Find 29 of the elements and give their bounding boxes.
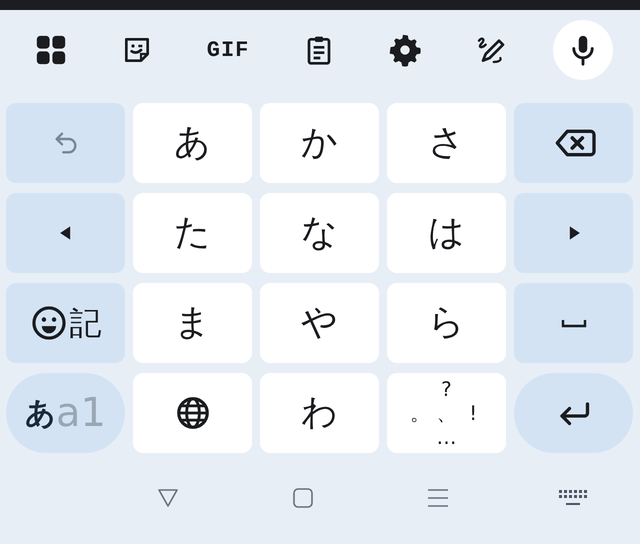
home-square-icon [290, 486, 314, 510]
kana-key[interactable]: わ [260, 373, 379, 453]
kana-key[interactable]: な [260, 193, 379, 273]
kana-key[interactable]: か [260, 103, 379, 183]
period-mark: 。 [410, 403, 430, 423]
back-triangle-icon [156, 486, 180, 510]
emoji-symbol-key[interactable]: 記 [6, 283, 125, 363]
alphanumeric-mode-label: a1 [56, 393, 106, 433]
kana-key[interactable]: た [133, 193, 252, 273]
question-mark: ? [441, 379, 452, 399]
ellipsis-mark: … [436, 427, 456, 447]
kana-key[interactable]: ら [387, 283, 506, 363]
kana-key[interactable]: や [260, 283, 379, 363]
comma-mark: 、 [436, 403, 456, 423]
kana-key[interactable]: あ [133, 103, 252, 183]
recents-lines-icon [426, 486, 450, 510]
kana-key[interactable]: ま [133, 283, 252, 363]
settings-icon [388, 33, 422, 67]
kana-mode-label: あ [25, 394, 56, 432]
exclamation-mark: ! [469, 403, 478, 423]
language-key[interactable] [133, 373, 252, 453]
gif-button[interactable]: GIF [198, 34, 258, 66]
kana-key[interactable]: は [387, 193, 506, 273]
input-mode-key[interactable]: あa1 [6, 373, 125, 453]
backspace-key[interactable] [514, 103, 633, 183]
kanji-label: 記 [70, 303, 102, 344]
smiley-icon [30, 304, 68, 342]
punctuation-key[interactable]: ? 。 、 ! … [387, 373, 506, 453]
kana-key[interactable]: さ [387, 103, 506, 183]
